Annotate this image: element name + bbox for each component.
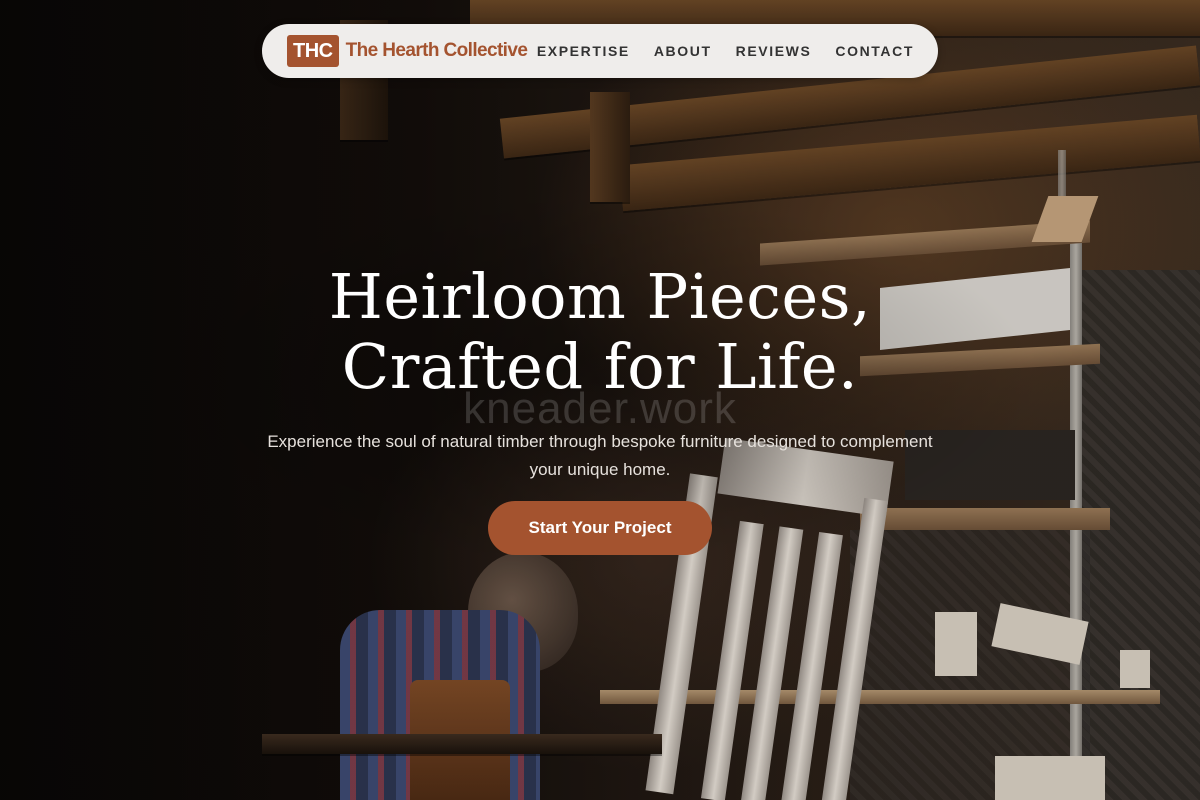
logo-badge[interactable]: THC [287,35,339,67]
nav-link-contact[interactable]: CONTACT [835,43,914,59]
hero-headline: Heirloom Pieces, Crafted for Life. [0,262,1200,402]
hero-subtitle: Experience the soul of natural timber th… [267,432,933,479]
watermark: kneader.work [463,384,737,433]
start-your-project-button[interactable]: Start Your Project [488,501,712,555]
nav-link-expertise[interactable]: EXPERTISE [537,43,630,59]
brand-name[interactable]: The Hearth Collective [346,40,528,62]
top-navigation-bar: THC The Hearth Collective EXPERTISE ABOU… [262,24,938,78]
nav-link-about[interactable]: ABOUT [654,43,712,59]
hero-headline-line-1: Heirloom Pieces, [328,260,872,333]
nav-link-reviews[interactable]: REVIEWS [736,43,812,59]
nav-links: EXPERTISE ABOUT REVIEWS CONTACT [537,43,914,59]
